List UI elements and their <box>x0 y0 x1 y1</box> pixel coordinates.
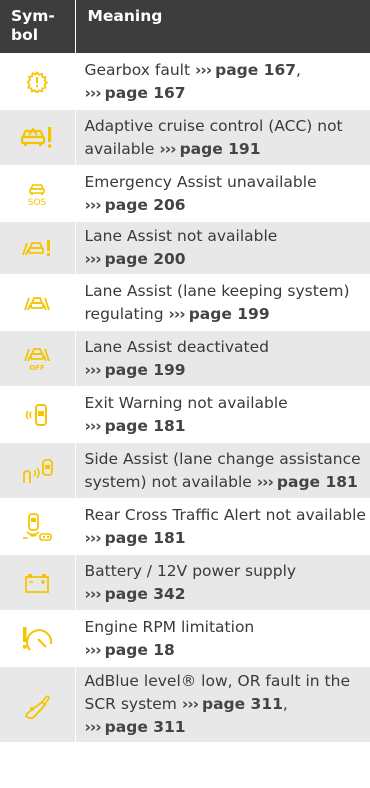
meaning-cell: Lane Assist (lane keeping system) regula… <box>75 274 370 331</box>
battery-icon <box>0 554 76 611</box>
table-row: Exit Warning not available ››› page 181 <box>0 386 370 443</box>
cross-reference-arrow: ››› <box>84 718 102 736</box>
table-row: Gearbox fault ››› page 167, ››› page 167 <box>0 53 370 110</box>
table-row: Lane Assist not available ››› page 200 <box>0 221 370 275</box>
page-reference: page 18 <box>104 640 175 659</box>
gearbox-fault-icon <box>0 53 76 110</box>
cross-reference-arrow: ››› <box>256 472 274 491</box>
svg-text:OFF: OFF <box>29 364 45 372</box>
lane-assist-off-icon: OFF <box>0 330 76 387</box>
page-reference: page 200 <box>104 250 186 268</box>
meaning-cell: Emergency Assist unavailable ››› page 206 <box>75 165 370 222</box>
meaning-text: Lane Assist deactivated <box>84 337 269 356</box>
acc-unavailable-icon <box>0 109 76 166</box>
svg-text:SOS: SOS <box>28 198 47 207</box>
meaning-cell: Gearbox fault ››› page 167, ››› page 167 <box>75 53 370 110</box>
rear-cross-traffic-icon <box>0 498 76 555</box>
cross-reference-arrow: ››› <box>181 695 199 713</box>
page-reference: page 191 <box>179 139 261 158</box>
exit-warning-icon <box>0 386 76 443</box>
lane-assist-icon <box>0 274 76 331</box>
meaning-cell: Exit Warning not available ››› page 181 <box>75 386 370 443</box>
meaning-text: Exit Warning not available <box>84 393 288 412</box>
adblue-icon <box>0 666 76 742</box>
meaning-text: Lane Assist not available <box>84 227 278 245</box>
table-row: OFF Lane Assist deactivated ››› page 199 <box>0 330 370 387</box>
table-row: AdBlue level® low, OR fault in the SCR s… <box>0 666 370 742</box>
engine-rpm-icon <box>0 610 76 667</box>
meaning-text: , <box>296 60 301 79</box>
table-row: SOS Emergency Assist unavailable ››› page 2… <box>0 165 370 222</box>
symbol-table: Sym-bol Meaning Gearbox fault ››› page 16… <box>0 0 370 742</box>
table-row: Battery / 12V power supply ››› page 342 <box>0 554 370 611</box>
table-header-row: Sym-bol Meaning <box>0 0 370 54</box>
page-reference: page 206 <box>104 195 186 214</box>
cross-reference-arrow: ››› <box>194 60 212 79</box>
meaning-text: Emergency Assist unavailable <box>84 172 317 191</box>
meaning-text: Gearbox fault <box>84 60 195 79</box>
table-row: Side Assist (lane change assistance syst… <box>0 442 370 499</box>
meaning-cell: AdBlue level® low, OR fault in the SCR s… <box>75 666 370 742</box>
page-reference: page 167 <box>104 83 186 102</box>
cross-reference-arrow: ››› <box>84 416 102 435</box>
cross-reference-arrow: ››› <box>84 195 102 214</box>
meaning-cell: Adaptive cruise control (ACC) not availa… <box>75 109 370 166</box>
cross-reference-arrow: ››› <box>84 250 102 268</box>
page-reference: page 199 <box>188 304 270 323</box>
table-row: Adaptive cruise control (ACC) not availa… <box>0 109 370 166</box>
cross-reference-arrow: ››› <box>84 584 102 603</box>
side-assist-icon <box>0 442 76 499</box>
meaning-text: Engine RPM limitation <box>84 617 255 636</box>
meaning-cell: Lane Assist deactivated ››› page 199 <box>75 330 370 387</box>
page-reference: page 181 <box>276 472 358 491</box>
table-row: Lane Assist (lane keeping system) regula… <box>0 274 370 331</box>
table-row: Rear Cross Traffic Alert not available ››… <box>0 498 370 555</box>
lane-assist-warning-icon <box>0 221 76 275</box>
cross-reference-arrow: ››› <box>84 360 102 379</box>
emergency-assist-sos-icon: SOS <box>0 165 76 222</box>
cross-reference-arrow: ››› <box>168 304 186 323</box>
cross-reference-arrow: ››› <box>159 139 176 158</box>
meaning-cell: Engine RPM limitation ››› page 18 <box>75 610 370 667</box>
meaning-cell: Battery / 12V power supply ››› page 342 <box>75 554 370 611</box>
symbol-column-header: Sym-bol <box>0 0 76 54</box>
page-reference: page 311 <box>202 695 283 713</box>
meaning-cell: Rear Cross Traffic Alert not available ››… <box>75 498 370 555</box>
meaning-text: Battery / 12V power supply <box>84 561 297 580</box>
meaning-cell: Side Assist (lane change assistance syst… <box>75 442 370 499</box>
page-reference: page 181 <box>104 528 186 547</box>
cross-reference-arrow: ››› <box>84 83 102 102</box>
page-reference: page 199 <box>104 360 186 379</box>
meaning-column-header: Meaning <box>75 0 370 54</box>
meaning-cell: Lane Assist not available ››› page 200 <box>75 221 370 275</box>
cross-reference-arrow: ››› <box>84 528 102 547</box>
meaning-text: , <box>282 695 288 713</box>
page-reference: page 167 <box>215 60 297 79</box>
page-reference: page 311 <box>104 718 186 736</box>
page-reference: page 181 <box>104 416 186 435</box>
cross-reference-arrow: ››› <box>84 640 102 659</box>
meaning-text: Rear Cross Traffic Alert not available <box>84 505 366 524</box>
table-row: Engine RPM limitation ››› page 18 <box>0 610 370 667</box>
page-reference: page 342 <box>104 584 186 603</box>
